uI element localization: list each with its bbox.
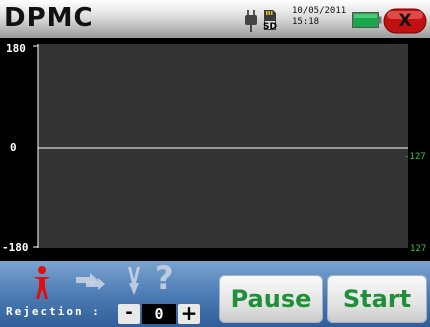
rejection-decrement-button[interactable]: - bbox=[118, 304, 140, 324]
app-screen: DPMC SD 10/05/2011 15:18 X 180 0 -180 -1… bbox=[0, 0, 430, 327]
person-icon[interactable] bbox=[30, 265, 54, 301]
rejection-increment-button[interactable]: + bbox=[178, 303, 200, 324]
page-title: DPMC bbox=[4, 3, 94, 33]
plot-canvas bbox=[33, 44, 408, 248]
svg-text:?: ? bbox=[155, 261, 174, 295]
start-button[interactable]: Start bbox=[327, 275, 427, 323]
mid-value-readout: -127 bbox=[404, 152, 426, 162]
close-label: X bbox=[398, 11, 412, 31]
arrows-icon[interactable] bbox=[76, 273, 106, 291]
y-label-top: 180 bbox=[6, 42, 26, 55]
sd-label: SD bbox=[263, 22, 277, 32]
bottom-value-readout: 127 bbox=[410, 244, 427, 254]
date-text: 10/05/2011 bbox=[292, 6, 347, 16]
rejection-label: Rejection : bbox=[6, 305, 101, 318]
down-arrow-icon[interactable] bbox=[126, 267, 142, 297]
signal-plot: 180 0 -180 -127 127 bbox=[0, 38, 430, 261]
time-text: 15:18 bbox=[292, 17, 320, 27]
control-panel: ? Rejection : - 0 + Pause Start bbox=[0, 261, 430, 327]
rejection-value: 0 bbox=[142, 304, 176, 324]
battery-icon bbox=[352, 12, 382, 28]
y-label-bottom: -180 bbox=[2, 241, 29, 254]
close-button[interactable]: X bbox=[383, 8, 427, 34]
top-bar: DPMC SD 10/05/2011 15:18 X bbox=[0, 0, 430, 38]
datetime-display: 10/05/2011 15:18 bbox=[292, 6, 346, 28]
y-label-zero: 0 bbox=[10, 141, 17, 154]
question-icon[interactable]: ? bbox=[153, 261, 177, 295]
power-plug-icon bbox=[245, 10, 257, 32]
pause-button[interactable]: Pause bbox=[219, 275, 323, 323]
plot-background bbox=[38, 44, 408, 248]
